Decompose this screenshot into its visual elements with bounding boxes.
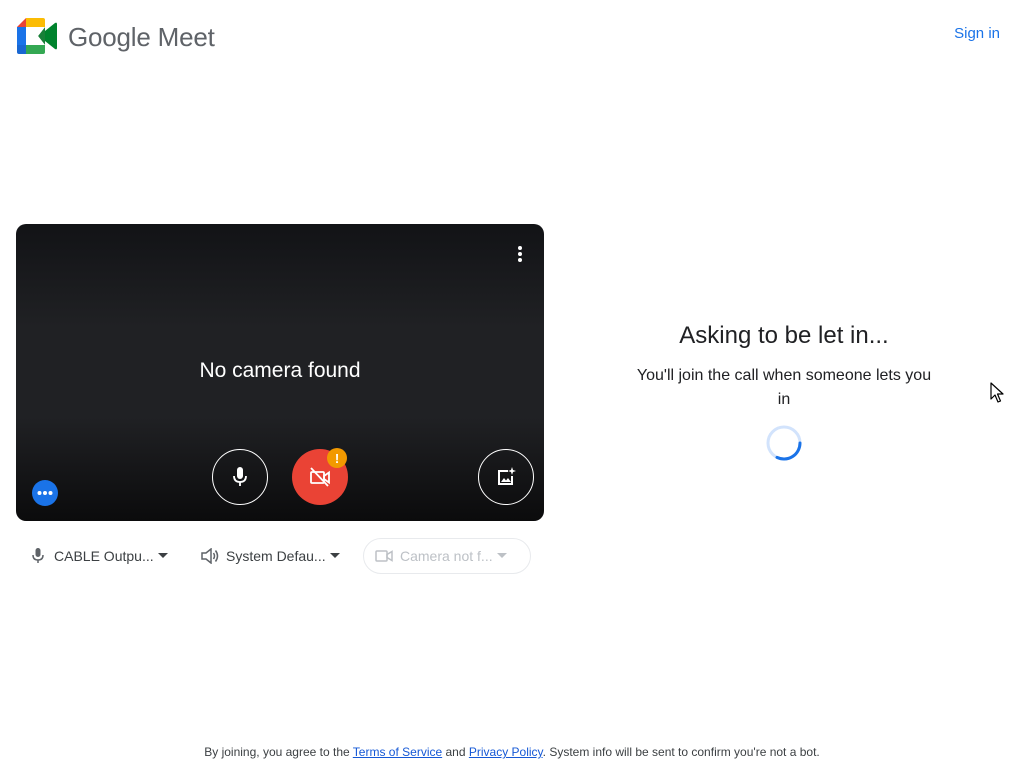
mic-icon [233,467,247,486]
videocam-off-icon [310,467,330,487]
chevron-down-icon [496,551,507,561]
join-status-title: Asking to be let in... [679,322,889,349]
speaker-select[interactable]: System Defau... [194,538,352,574]
mouse-cursor-icon [990,382,1006,404]
loading-spinner [765,424,803,462]
more-horiz-icon [37,491,53,495]
speaker-icon [200,546,220,566]
privacy-policy-link[interactable]: Privacy Policy [469,745,543,759]
camera-select[interactable]: Camera not f... [363,538,531,574]
top-bar: Google Meet Sign in [0,0,1024,76]
chevron-down-icon [329,551,340,561]
video-preview: No camera found ! [16,224,544,521]
visual-effects-button[interactable] [478,449,534,505]
more-vert-icon [518,246,522,262]
videocam-icon [374,546,394,566]
mic-icon [28,546,48,566]
legal-footer: By joining, you agree to the Terms of Se… [0,745,1024,759]
more-effects-button[interactable] [32,480,58,506]
camera-select-label: Camera not f... [400,548,493,564]
footer-and: and [442,745,469,759]
google-meet-logo [17,18,57,54]
no-camera-message: No camera found [199,359,361,382]
footer-suffix: . System info will be sent to confirm yo… [542,745,820,759]
join-status-subtitle: You'll join the call when someone lets y… [636,367,932,408]
camera-warning-badge: ! [327,448,347,468]
brand-name: Google Meet [68,22,215,52]
speaker-select-label: System Defau... [226,548,326,564]
microphone-select[interactable]: CABLE Outpu... [20,538,178,574]
visual-effects-icon [498,467,516,485]
microphone-toggle-button[interactable] [212,449,268,505]
footer-prefix: By joining, you agree to the [204,745,353,759]
microphone-select-label: CABLE Outpu... [54,548,154,564]
chevron-down-icon [157,551,168,561]
more-options-button[interactable] [510,242,530,266]
terms-of-service-link[interactable]: Terms of Service [353,745,442,759]
sign-in-link[interactable]: Sign in [954,25,1000,42]
